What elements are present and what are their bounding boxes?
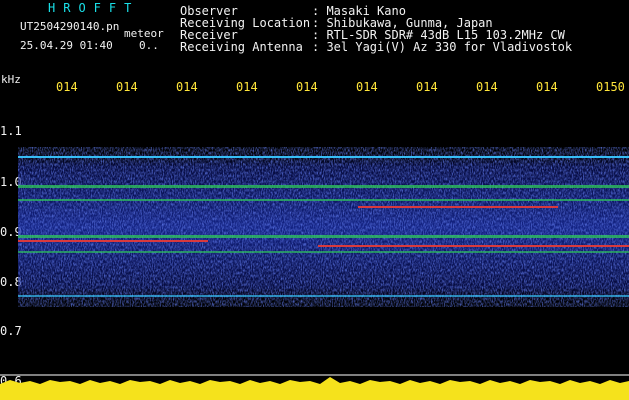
trace-green-4 bbox=[18, 251, 629, 253]
time-tick: 014 bbox=[536, 80, 558, 94]
baseline-fill bbox=[0, 377, 629, 400]
time-tick: 014 bbox=[416, 80, 438, 94]
frequency-unit-label: kHz bbox=[1, 73, 21, 86]
trace-upper-cyan bbox=[18, 156, 629, 158]
app-brand: HROFFT bbox=[48, 1, 140, 15]
field-label-antenna: Receiving Antenna bbox=[180, 40, 303, 54]
trace-lower-cyan bbox=[18, 295, 629, 297]
trace-green-2 bbox=[18, 199, 629, 201]
trace-red-1 bbox=[358, 206, 558, 208]
image-filename: UT2504290140.pn bbox=[20, 20, 120, 33]
time-tick: 014 bbox=[296, 80, 318, 94]
time-tick: 014 bbox=[116, 80, 138, 94]
time-tick: 014 bbox=[236, 80, 258, 94]
time-tick: 014 bbox=[476, 80, 498, 94]
time-tick: 014 bbox=[56, 80, 78, 94]
baseline-noise-strip bbox=[0, 374, 629, 400]
time-tick: 014 bbox=[176, 80, 198, 94]
spectrogram-panel bbox=[18, 147, 629, 307]
trace-green-3 bbox=[18, 235, 629, 238]
capture-datetime: 25.04.29 01:40 bbox=[20, 39, 113, 52]
time-tick: 0150 bbox=[596, 80, 625, 94]
noise-texture bbox=[18, 147, 629, 307]
status-indicator: 0.. bbox=[139, 39, 159, 52]
time-tick: 014 bbox=[356, 80, 378, 94]
trace-red-2 bbox=[18, 240, 208, 242]
field-value-antenna: : 3el Yagi(V) Az 330 for Vladivostok bbox=[312, 40, 573, 54]
trace-red-3 bbox=[318, 245, 629, 247]
trace-green-1 bbox=[18, 185, 629, 188]
